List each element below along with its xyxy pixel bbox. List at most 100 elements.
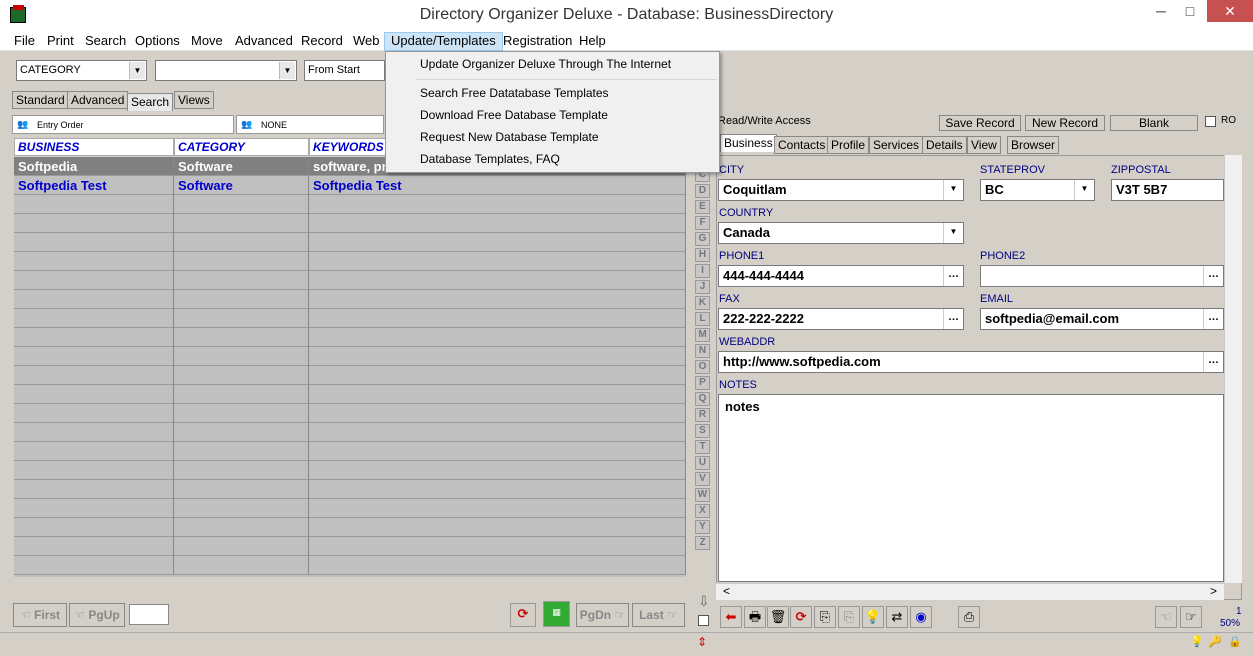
records-grid[interactable]: Softpedia Software software, pro Softped… [14, 157, 686, 577]
phone2-field[interactable]: … [980, 265, 1224, 287]
index-letter-g[interactable]: G [695, 232, 710, 246]
menu-item-templates-faq[interactable]: Database Templates, FAQ [420, 152, 560, 166]
menu-item-request-template[interactable]: Request New Database Template [420, 130, 599, 144]
refresh-icon[interactable]: ⟳ [510, 603, 536, 627]
tab-services[interactable]: Services [869, 136, 924, 154]
menu-item-download-template[interactable]: Download Free Database Template [420, 108, 608, 122]
up-down-arrows-icon[interactable]: ⇕ [697, 635, 707, 649]
more-icon[interactable]: … [1203, 352, 1223, 372]
index-letter-d[interactable]: D [695, 184, 710, 198]
menu-registration[interactable]: Registration [497, 32, 578, 51]
globe-icon[interactable]: ◉ [910, 606, 932, 628]
tab-browser[interactable]: Browser [1007, 136, 1060, 154]
index-letter-r[interactable]: R [695, 408, 710, 422]
index-letter-z[interactable]: Z [695, 536, 710, 550]
last-button[interactable]: Last ☞ [632, 603, 685, 627]
menu-search[interactable]: Search [79, 32, 132, 51]
pgdn-button[interactable]: PgDn ☞ [576, 603, 629, 627]
back-arrow-icon[interactable]: ⬅ [720, 606, 742, 628]
index-letter-l[interactable]: L [695, 312, 710, 326]
export-icon[interactable]: ⎙ [958, 606, 980, 628]
trash-icon[interactable]: 🗑 [767, 606, 789, 628]
index-letter-n[interactable]: N [695, 344, 710, 358]
new-record-button[interactable]: New Record [1025, 115, 1105, 131]
index-letter-m[interactable]: M [695, 328, 710, 342]
maximize-button[interactable]: □ [1172, 0, 1208, 22]
index-letter-u[interactable]: U [695, 456, 710, 470]
zippostal-field[interactable]: V3T 5B7 [1111, 179, 1224, 201]
column-header-business[interactable]: BUSINESS [14, 138, 174, 156]
lock-icon[interactable]: 🔒 [1228, 635, 1242, 648]
copy-record-icon[interactable]: ⎘ [814, 606, 836, 628]
index-letter-x[interactable]: X [695, 504, 710, 518]
index-letter-y[interactable]: Y [695, 520, 710, 534]
menu-print[interactable]: Print [41, 32, 80, 51]
hand-right-icon[interactable]: ☞ [1180, 606, 1202, 628]
index-letter-s[interactable]: S [695, 424, 710, 438]
index-letter-t[interactable]: T [695, 440, 710, 454]
move-record-icon[interactable]: ⇄ [886, 606, 908, 628]
menu-item-update-organizer[interactable]: Update Organizer Deluxe Through The Inte… [420, 57, 671, 71]
email-field[interactable]: softpedia@email.com … [980, 308, 1224, 330]
index-letter-e[interactable]: E [695, 200, 710, 214]
duplicate-icon[interactable]: ⎘ [838, 606, 860, 628]
index-letter-v[interactable]: V [695, 472, 710, 486]
index-checkbox[interactable] [698, 615, 709, 626]
read-only-checkbox[interactable] [1205, 116, 1216, 127]
menu-advanced[interactable]: Advanced [229, 32, 299, 51]
index-letter-w[interactable]: W [695, 488, 710, 502]
tab-view[interactable]: View [967, 136, 1001, 154]
webaddr-field[interactable]: http://www.softpedia.com … [718, 351, 1224, 373]
index-letter-k[interactable]: K [695, 296, 710, 310]
hand-left-icon[interactable]: ☜ [1155, 606, 1177, 628]
country-field[interactable]: Canada ▼ [718, 222, 964, 244]
color-grid-icon[interactable]: ▦ [543, 601, 570, 627]
arrow-down-icon[interactable]: ⇩ [698, 593, 710, 610]
tab-search[interactable]: Search [127, 93, 174, 111]
pgup-button[interactable]: ☜ PgUp [69, 603, 125, 627]
filter-combo[interactable]: ▼ [155, 60, 297, 81]
tab-business[interactable]: Business [720, 134, 777, 152]
search-start-field[interactable]: From Start [304, 60, 385, 81]
index-letter-h[interactable]: H [695, 248, 710, 262]
sort-order-right[interactable]: 👥 NONE [236, 115, 384, 134]
menu-item-search-templates[interactable]: Search Free Datatabase Templates [420, 86, 609, 100]
form-scrollbar[interactable] [1224, 155, 1242, 583]
index-letter-q[interactable]: Q [695, 392, 710, 406]
lightbulb-icon[interactable]: 💡 [862, 606, 884, 628]
sort-order-left[interactable]: 👥 Entry Order [12, 115, 234, 134]
more-icon[interactable]: … [943, 309, 963, 329]
menu-update-templates[interactable]: Update/Templates [384, 32, 503, 51]
index-letter-o[interactable]: O [695, 360, 710, 374]
notes-field[interactable]: notes [718, 394, 1224, 582]
index-letter-i[interactable]: I [695, 264, 710, 278]
tab-contacts[interactable]: Contacts [774, 136, 830, 154]
first-button[interactable]: ☜ First [13, 603, 67, 627]
index-letter-j[interactable]: J [695, 280, 710, 294]
blank-button[interactable]: Blank [1110, 115, 1198, 131]
tab-standard[interactable]: Standard [12, 91, 69, 109]
save-record-button[interactable]: Save Record [939, 115, 1021, 131]
record-number-input[interactable] [129, 604, 169, 625]
print-icon[interactable]: 🖶 [744, 606, 766, 628]
stateprov-field[interactable]: BC ▼ [980, 179, 1095, 201]
menu-file[interactable]: File [8, 32, 41, 51]
city-field[interactable]: Coquitlam ▼ [718, 179, 964, 201]
tab-views[interactable]: Views [174, 91, 214, 109]
refresh-icon[interactable]: ⟳ [790, 606, 812, 628]
category-combo[interactable]: CATEGORY ▼ [16, 60, 147, 81]
more-icon[interactable]: … [1203, 266, 1223, 286]
index-letter-p[interactable]: P [695, 376, 710, 390]
tab-advanced[interactable]: Advanced [67, 91, 129, 109]
tab-details[interactable]: Details [922, 136, 967, 154]
close-button[interactable]: ✕ [1207, 0, 1253, 22]
menu-web[interactable]: Web [347, 32, 386, 51]
fax-field[interactable]: 222-222-2222 … [718, 308, 964, 330]
more-icon[interactable]: … [943, 266, 963, 286]
menu-move[interactable]: Move [185, 32, 229, 51]
menu-record[interactable]: Record [295, 32, 349, 51]
key-icon[interactable]: 🔑 [1208, 635, 1222, 648]
index-letter-f[interactable]: F [695, 216, 710, 230]
more-icon[interactable]: … [1203, 309, 1223, 329]
phone1-field[interactable]: 444-444-4444 … [718, 265, 964, 287]
